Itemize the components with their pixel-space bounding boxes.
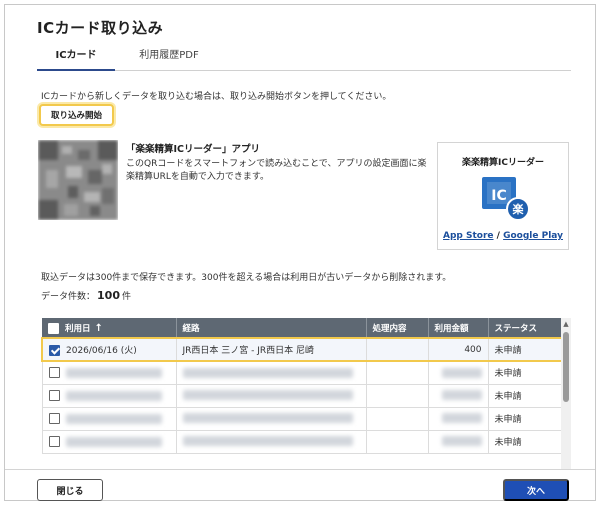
row-date-cell bbox=[41, 407, 177, 431]
sort-up-icon: ↑ bbox=[94, 322, 103, 334]
ic-card-import-dialog: ICカード取り込み ICカード 利用履歴PDF ICカードから新しくデータを取り… bbox=[4, 4, 596, 501]
table-row[interactable]: 2026/06/16 (火) JR西日本 三ノ宮 - JR西日本 尼崎 400 … bbox=[41, 337, 563, 362]
row-date-cell bbox=[41, 430, 177, 454]
redacted-route bbox=[182, 367, 353, 378]
tab-ic-card[interactable]: ICカード bbox=[37, 45, 115, 71]
google-play-link[interactable]: Google Play bbox=[503, 231, 563, 241]
row-checkbox[interactable] bbox=[48, 367, 60, 379]
next-button[interactable]: 次へ bbox=[503, 479, 569, 501]
row-amount bbox=[428, 384, 489, 408]
redacted-route bbox=[182, 436, 353, 447]
header-amount: 利用金額 bbox=[428, 318, 489, 338]
row-route bbox=[176, 407, 367, 431]
row-amount bbox=[428, 430, 489, 454]
start-import-button[interactable]: 取り込み開始 bbox=[39, 104, 114, 126]
app-store-link[interactable]: App Store bbox=[443, 231, 494, 241]
row-checkbox[interactable] bbox=[49, 345, 60, 356]
row-amount bbox=[428, 407, 489, 431]
data-count: データ件数： 100 件 bbox=[41, 289, 131, 302]
redacted-amount bbox=[441, 436, 482, 447]
redacted-date bbox=[65, 413, 162, 424]
row-status: 未申請 bbox=[488, 337, 563, 362]
redacted-route bbox=[182, 413, 353, 424]
header-route: 経路 bbox=[176, 318, 367, 338]
app-description: このQRコードをスマートフォンで読み込むことで、アプリの設定画面に楽楽精算URL… bbox=[126, 159, 427, 182]
row-amount: 400 bbox=[428, 337, 489, 362]
transaction-table: 利用日 ↑ 経路 処理内容 利用金額 ステータス 2026/06/16 (火) J… bbox=[41, 318, 571, 470]
table-row[interactable]: 未申請 bbox=[41, 407, 563, 431]
redacted-route bbox=[182, 390, 353, 401]
row-route bbox=[176, 361, 367, 385]
row-route: JR西日本 三ノ宮 - JR西日本 尼崎 bbox=[176, 337, 367, 362]
header-date[interactable]: 利用日 ↑ bbox=[42, 318, 177, 338]
row-status: 未申請 bbox=[488, 407, 563, 431]
row-checkbox[interactable] bbox=[48, 436, 60, 447]
redacted-date bbox=[65, 367, 162, 378]
row-status: 未申請 bbox=[488, 384, 563, 408]
row-process bbox=[366, 361, 429, 385]
dialog-title: ICカード取り込み bbox=[37, 19, 164, 37]
app-icon-badge: 楽 bbox=[512, 202, 525, 216]
row-status: 未申請 bbox=[488, 361, 563, 385]
import-instruction: ICカードから新しくデータを取り込む場合は、取り込み開始ボタンを押してください。 bbox=[41, 92, 392, 102]
row-process bbox=[366, 337, 429, 362]
ic-reader-app-icon: IC 楽 bbox=[482, 177, 530, 221]
redacted-amount bbox=[441, 390, 482, 401]
qr-code bbox=[38, 140, 118, 220]
data-count-label: データ件数： bbox=[41, 292, 96, 302]
tab-usage-history-pdf[interactable]: 利用履歴PDF bbox=[119, 45, 219, 71]
redacted-amount bbox=[441, 367, 482, 378]
app-card-title: 楽楽精算ICリーダー bbox=[462, 158, 544, 168]
row-route bbox=[176, 384, 367, 408]
header-date-label: 利用日 bbox=[65, 323, 91, 334]
row-checkbox[interactable] bbox=[48, 413, 60, 424]
store-links: App Store / Google Play bbox=[438, 231, 568, 241]
close-button[interactable]: 閉じる bbox=[37, 479, 103, 501]
redacted-amount bbox=[441, 413, 482, 424]
table-header-row: 利用日 ↑ 経路 処理内容 利用金額 ステータス bbox=[42, 318, 562, 338]
qr-code-image bbox=[38, 140, 118, 220]
row-date: 2026/06/16 (火) bbox=[66, 346, 137, 356]
header-status: ステータス bbox=[488, 318, 562, 338]
data-count-value: 100 bbox=[97, 289, 120, 302]
row-date-cell bbox=[41, 361, 177, 385]
retention-note: 取込データは300件まで保存できます。300件を超える場合は利用日が古いデータか… bbox=[41, 273, 452, 283]
row-checkbox[interactable] bbox=[48, 390, 60, 401]
row-process bbox=[366, 384, 429, 408]
row-status: 未申請 bbox=[488, 430, 563, 454]
select-all-checkbox[interactable] bbox=[48, 322, 59, 334]
data-count-unit: 件 bbox=[121, 292, 131, 302]
scroll-up-icon[interactable]: ▲ bbox=[561, 320, 571, 328]
row-process bbox=[366, 407, 429, 431]
table-row[interactable]: 未申請 bbox=[41, 430, 563, 454]
row-amount bbox=[428, 361, 489, 385]
row-date-cell: 2026/06/16 (火) bbox=[41, 337, 177, 362]
tab-bar: ICカード 利用履歴PDF bbox=[37, 45, 571, 71]
app-icon-label: IC bbox=[491, 188, 506, 204]
store-separator: / bbox=[496, 231, 500, 241]
row-date-cell bbox=[41, 384, 177, 408]
row-route bbox=[176, 430, 367, 454]
row-process bbox=[366, 430, 429, 454]
redacted-date bbox=[65, 390, 162, 401]
app-card: 楽楽精算ICリーダー IC 楽 App Store / Google Play bbox=[437, 142, 569, 250]
table-scrollbar[interactable]: ▲ bbox=[561, 318, 571, 470]
scroll-thumb[interactable] bbox=[563, 332, 569, 402]
header-process: 処理内容 bbox=[366, 318, 429, 338]
table-row[interactable]: 未申請 bbox=[41, 384, 563, 408]
app-title: 「楽楽精算ICリーダー」アプリ bbox=[126, 144, 261, 155]
dialog-footer: 閉じる 次へ bbox=[5, 469, 595, 501]
redacted-date bbox=[65, 436, 162, 447]
table-row[interactable]: 未申請 bbox=[41, 361, 563, 385]
